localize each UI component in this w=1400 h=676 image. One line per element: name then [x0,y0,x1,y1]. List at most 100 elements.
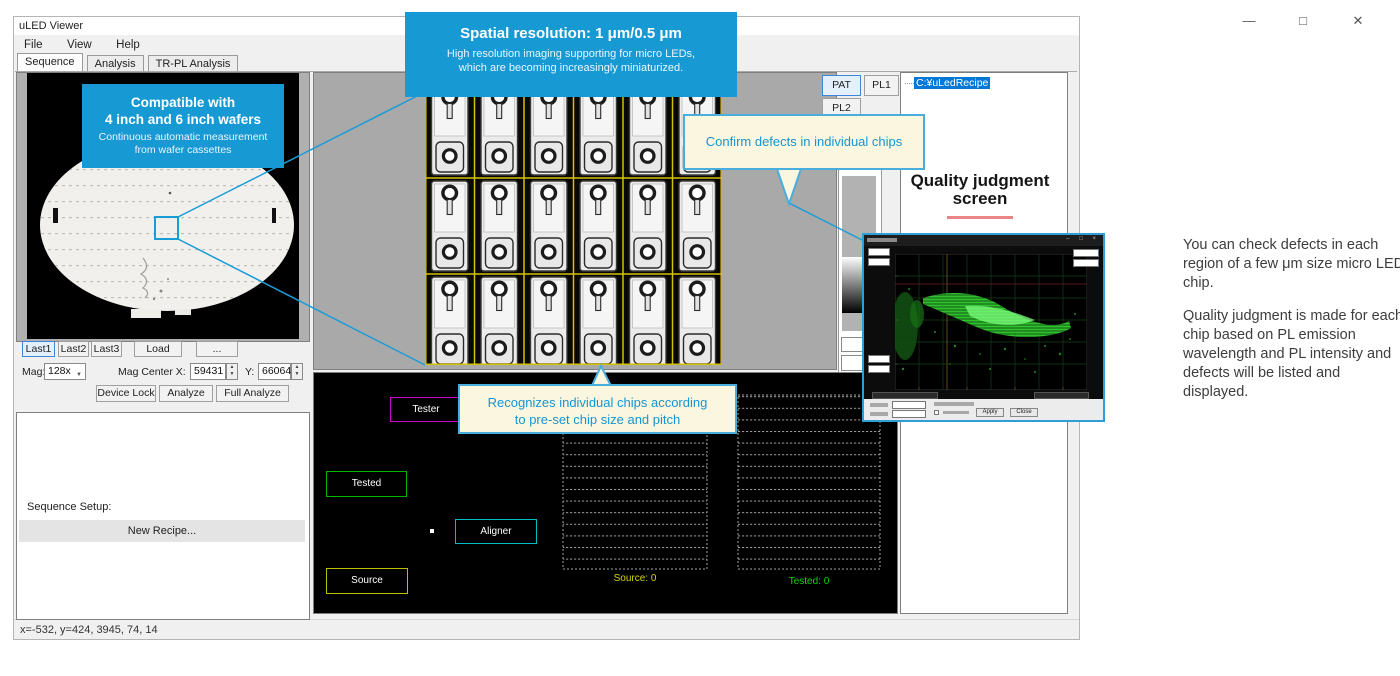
popup-checkbox[interactable] [934,410,939,415]
status-text: x=-532, y=424, 3945, 74, 14 [20,624,158,636]
recognize-callout-line-1: Recognizes individual chips according [460,394,735,411]
tested-count: Tested: 0 [738,576,880,587]
tab-analysis[interactable]: Analysis [87,55,144,71]
last2-button[interactable]: Last2 [58,341,89,357]
screenshot-canvas: uLED Viewer File View Help Sequence Anal… [0,0,1400,676]
full-analyze-button[interactable]: Full Analyze [216,385,289,402]
popup-scrollbar-left[interactable] [872,392,938,399]
defects-callout-text: Confirm defects in individual chips [706,134,903,149]
tree-item-root[interactable]: C:¥uLedRecipe [905,77,990,89]
maximize-button[interactable]: □ [1290,13,1316,28]
popup-window-controls[interactable]: – □ × [1066,236,1100,242]
pat-button[interactable]: PAT [822,75,861,96]
mag-select[interactable]: 128x ▼ [44,363,86,380]
close-icon: ✕ [1353,13,1364,28]
spinner-up-icon[interactable]: ▲ [292,364,302,371]
tester-box: Tester [390,397,462,422]
popup-input-bl-2[interactable] [868,365,890,373]
close-button[interactable]: ✕ [1345,13,1371,29]
popup-checkbox-label [943,411,969,414]
quality-popup-window[interactable]: – □ × [862,233,1105,422]
new-recipe-button[interactable]: New Recipe... [19,520,305,542]
wafer-callout-title-2: 4 inch and 6 inch wafers [82,111,284,128]
window-title: uLED Viewer [19,20,83,32]
spinner-up-icon[interactable]: ▲ [227,364,237,371]
maximize-icon: □ [1299,13,1307,28]
resolution-callout-body-1: High resolution imaging supporting for m… [405,48,737,62]
popup-mode-label-1 [870,403,888,407]
mag-center-x-input[interactable]: 59431 [190,363,226,380]
tree-connector [905,83,914,84]
popup-input-tl-2[interactable] [868,258,890,266]
last1-button[interactable]: Last1 [22,341,55,357]
stage-dot [430,529,434,533]
source-count: Source: 0 [563,573,707,584]
tab-sequence[interactable]: Sequence [17,53,83,71]
defects-callout: Confirm defects in individual chips [683,114,925,170]
status-bar: x=-532, y=424, 3945, 74, 14 [14,619,1079,639]
minimize-icon: — [1243,13,1256,28]
spectrum-plot [895,254,1087,390]
quality-title-underline [947,216,1013,219]
popup-control-strip: Apply Close [864,399,1103,420]
popup-input-bl-1[interactable] [868,355,890,363]
recognize-callout-line-2: to pre-set chip size and pitch [460,411,735,428]
mag-label: Mag: [22,366,45,378]
load-button[interactable]: Load [134,341,182,357]
wafer-callout-body-2: from wafer cassettes [82,144,284,157]
chevron-down-icon: ▼ [76,368,82,383]
menu-item-view[interactable]: View [57,36,102,54]
resolution-callout: Spatial resolution: 1 μm/0.5 μm High res… [405,12,737,97]
popup-input-tr-2[interactable] [1073,259,1099,267]
popup-input-tl-1[interactable] [868,248,890,256]
chip-grid-image[interactable] [425,88,722,365]
spinner-down-icon[interactable]: ▼ [292,371,302,378]
resolution-callout-title: Spatial resolution: 1 μm/0.5 μm [405,25,737,43]
spinner-down-icon[interactable]: ▼ [227,371,237,378]
tested-box: Tested [326,471,407,497]
tree-item-label[interactable]: C:¥uLedRecipe [914,77,990,89]
mag-value: 128x [48,365,71,377]
popup-scrollbar-right[interactable] [1034,392,1089,399]
resolution-callout-body-2: which are becoming increasingly miniatur… [405,62,737,76]
wafer-callout: Compatible with 4 inch and 6 inch wafers… [82,84,284,168]
popup-select-1[interactable] [892,401,926,409]
tab-tr-pl-analysis[interactable]: TR-PL Analysis [148,55,239,71]
x-spinner[interactable]: ▲ ▼ [226,363,238,380]
menu-item-file[interactable]: File [14,36,53,54]
quality-title-line-2: screen [898,190,1062,208]
popup-select-2[interactable] [892,410,926,418]
device-lock-button[interactable]: Device Lock [96,385,156,402]
quality-title-line-1: Quality judgment [898,172,1062,190]
mag-center-y-input[interactable]: 66064 [258,363,291,380]
popup-apply-button[interactable]: Apply [976,408,1004,417]
mag-center-label: Mag Center X: [118,366,186,378]
popup-input-tr-1[interactable] [1073,249,1099,257]
popup-title-bar[interactable]: – □ × [864,235,1103,246]
popup-mode-label-2 [870,412,888,416]
more-button[interactable]: ... [196,341,238,357]
sequence-panel: Sequence Setup: New Recipe... [16,412,310,620]
quality-judgment-title: Quality judgment screen [898,172,1062,207]
side-description: You can check defects in each region of … [1183,236,1400,416]
tab-bar: Sequence Analysis TR-PL Analysis [17,53,239,71]
popup-title-text [867,238,897,242]
wafer-callout-body-1: Continuous automatic measurement [82,131,284,144]
minimize-button[interactable]: — [1236,13,1262,28]
recognize-callout: Recognizes individual chips according to… [458,384,737,434]
popup-info-label [934,402,974,406]
last3-button[interactable]: Last3 [91,341,122,357]
wafer-callout-title-1: Compatible with [82,94,284,111]
y-label: Y: [245,366,254,378]
side-paragraph-2: Quality judgment is made for each chip b… [1183,307,1400,402]
analyze-button[interactable]: Analyze [159,385,213,402]
source-box: Source [326,568,408,594]
side-paragraph-1: You can check defects in each region of … [1183,236,1400,293]
pl1-button[interactable]: PL1 [864,75,899,96]
cassette-slots-right [738,395,880,569]
popup-close-button[interactable]: Close [1010,408,1038,417]
menu-item-help[interactable]: Help [106,36,150,54]
sequence-setup-label: Sequence Setup: [27,501,111,513]
aligner-box: Aligner [455,519,537,544]
y-spinner[interactable]: ▲ ▼ [291,363,303,380]
